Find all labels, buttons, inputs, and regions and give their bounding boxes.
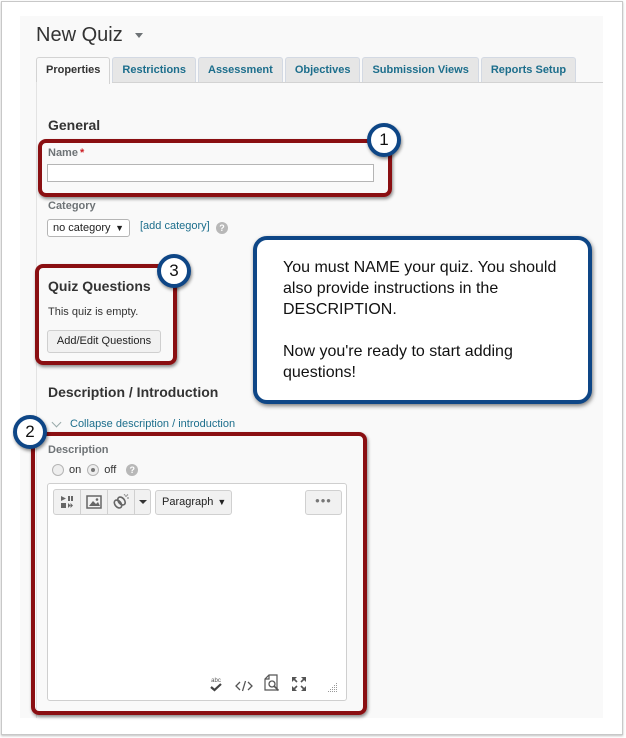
tab-submission-views[interactable]: Submission Views [362, 57, 479, 83]
tab-reports-setup[interactable]: Reports Setup [480, 57, 577, 83]
collapse-description-text: Collapse description / introduction [70, 418, 236, 430]
tab-restrictions[interactable]: Restrictions [112, 57, 196, 83]
dropdown-arrow-icon: ▼ [115, 223, 124, 233]
radio-off-label: off [104, 464, 117, 476]
source-code-icon[interactable] [235, 680, 253, 692]
link-icon[interactable] [108, 490, 135, 514]
callout-text-1: You must NAME your quiz. You should also… [283, 259, 557, 318]
description-label: Description [48, 444, 109, 456]
annotation-badge-2: 2 [13, 415, 47, 449]
description-editor[interactable]: Paragraph ▼ ••• abc [47, 483, 347, 701]
callout-text-2: Now you're ready to start adding questio… [283, 343, 513, 381]
caret-down-icon[interactable] [134, 33, 143, 38]
dropdown-arrow-icon: ▼ [217, 497, 227, 507]
annotation-badge-3: 3 [157, 254, 191, 288]
name-input[interactable] [47, 164, 374, 182]
editor-footer: abc [208, 674, 338, 692]
radio-on-label: on [69, 464, 82, 476]
category-selected-value: no category [53, 222, 111, 234]
add-edit-questions-button[interactable]: Add/Edit Questions [47, 330, 161, 353]
annotation-badge-1: 1 [367, 123, 401, 157]
resize-handle-icon[interactable] [328, 682, 338, 692]
name-label-text: Name [48, 147, 78, 159]
tab-objectives[interactable]: Objectives [284, 57, 361, 83]
name-label: Name * [48, 147, 84, 159]
page-title: New Quiz [36, 24, 123, 46]
editor-toolbar [53, 489, 151, 515]
quiz-empty-status: This quiz is empty. [48, 306, 139, 318]
tab-divider [112, 82, 603, 83]
description-heading: Description / Introduction [48, 384, 219, 400]
format-select[interactable]: Paragraph ▼ [155, 490, 232, 515]
category-select[interactable]: no category ▼ [47, 219, 130, 237]
quiz-questions-heading: Quiz Questions [48, 278, 151, 294]
add-category-link[interactable]: [add category] [140, 220, 210, 232]
help-icon[interactable]: ? [216, 222, 228, 234]
collapse-description-link[interactable]: Collapse description / introduction [51, 417, 236, 430]
dropdown-arrow-icon[interactable] [135, 490, 150, 514]
radio-on[interactable] [52, 464, 64, 476]
help-icon[interactable]: ? [126, 464, 139, 476]
description-toggle: on off ? [52, 464, 139, 476]
required-icon: * [79, 147, 85, 159]
format-select-value: Paragraph [162, 496, 214, 508]
media-player-icon[interactable] [54, 490, 81, 514]
tab-bar: Properties Restrictions Assessment Objec… [36, 57, 578, 84]
preview-icon[interactable] [264, 674, 280, 692]
radio-off[interactable] [87, 464, 100, 476]
content-left-border [36, 82, 37, 718]
tab-assessment[interactable]: Assessment [198, 57, 283, 83]
tab-properties[interactable]: Properties [36, 57, 111, 84]
svg-text:abc: abc [211, 678, 221, 684]
fullscreen-icon[interactable] [291, 676, 307, 692]
spellcheck-icon[interactable]: abc [208, 676, 224, 692]
instruction-callout: You must NAME your quiz. You should also… [253, 236, 592, 404]
category-label: Category [48, 200, 96, 212]
title-row: New Quiz [36, 24, 143, 47]
more-options-button[interactable]: ••• [305, 490, 342, 515]
general-heading: General [48, 117, 101, 133]
image-icon[interactable] [81, 490, 108, 514]
chevron-down-icon [51, 417, 62, 427]
